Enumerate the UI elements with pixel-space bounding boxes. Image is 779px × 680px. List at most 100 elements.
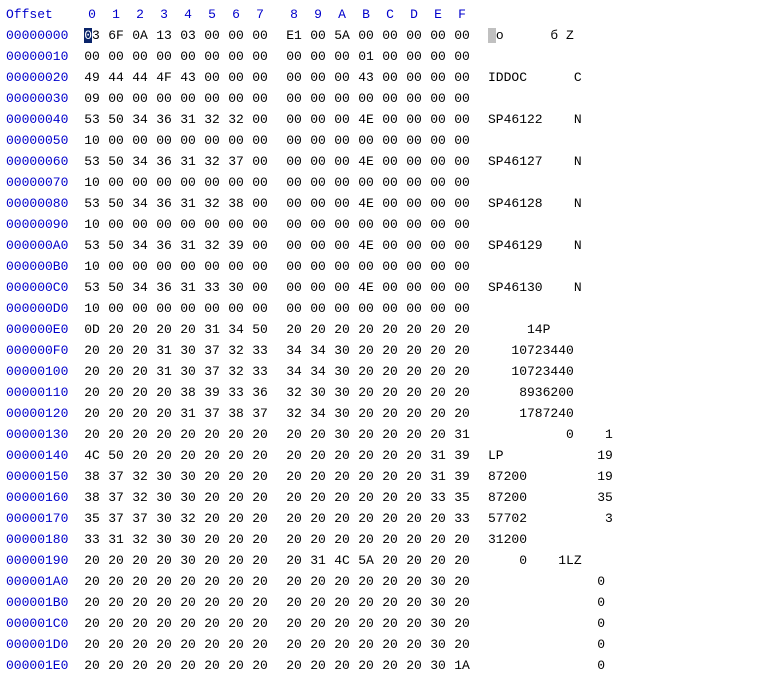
hex-byte[interactable]: 20 (450, 403, 474, 424)
hex-byte[interactable]: 00 (282, 130, 306, 151)
hex-byte[interactable]: 20 (330, 592, 354, 613)
hex-byte[interactable]: 0D (80, 319, 104, 340)
hex-byte[interactable]: 00 (282, 67, 306, 88)
hex-byte[interactable]: 20 (354, 340, 378, 361)
hex-byte[interactable]: 32 (224, 361, 248, 382)
hex-byte[interactable]: 34 (128, 151, 152, 172)
hex-byte[interactable]: 31 (426, 445, 450, 466)
hex-byte[interactable]: 00 (354, 25, 378, 46)
hex-byte[interactable]: 31 (306, 550, 330, 571)
hex-byte[interactable]: 00 (330, 256, 354, 277)
hex-byte[interactable]: 00 (128, 88, 152, 109)
hex-byte[interactable]: 20 (224, 634, 248, 655)
hex-byte[interactable]: 20 (330, 487, 354, 508)
hex-byte[interactable]: 20 (354, 634, 378, 655)
hex-byte[interactable]: 50 (104, 445, 128, 466)
hex-byte[interactable]: 20 (128, 403, 152, 424)
hex-byte[interactable]: 20 (354, 382, 378, 403)
hex-byte[interactable]: 00 (306, 46, 330, 67)
hex-byte[interactable]: 20 (378, 634, 402, 655)
offset-cell[interactable]: 000000F0 (4, 340, 80, 361)
hex-byte[interactable]: 53 (80, 193, 104, 214)
hex-byte[interactable]: 30 (426, 655, 450, 676)
hex-byte[interactable]: 00 (248, 193, 272, 214)
hex-byte[interactable]: 20 (402, 613, 426, 634)
ascii-cell[interactable] (488, 172, 613, 193)
hex-byte[interactable]: 20 (378, 466, 402, 487)
hex-byte[interactable]: 34 (224, 319, 248, 340)
hex-byte[interactable]: 20 (224, 592, 248, 613)
hex-byte[interactable]: 00 (128, 298, 152, 319)
hex-byte[interactable]: 20 (330, 529, 354, 550)
hex-byte[interactable]: 00 (426, 25, 450, 46)
hex-byte[interactable]: 20 (402, 487, 426, 508)
hex-byte[interactable]: 32 (128, 529, 152, 550)
hex-byte[interactable]: 30 (306, 382, 330, 403)
hex-byte[interactable]: 20 (306, 508, 330, 529)
hex-byte[interactable]: 20 (378, 361, 402, 382)
hex-byte[interactable]: 20 (402, 592, 426, 613)
hex-byte[interactable]: 00 (176, 46, 200, 67)
hex-byte[interactable]: 20 (152, 655, 176, 676)
hex-byte[interactable]: 30 (426, 613, 450, 634)
hex-byte[interactable]: 00 (176, 130, 200, 151)
hex-byte[interactable]: 00 (306, 109, 330, 130)
hex-byte[interactable]: 20 (200, 424, 224, 445)
hex-byte[interactable]: 00 (378, 130, 402, 151)
hex-byte[interactable]: 00 (248, 256, 272, 277)
hex-byte[interactable]: 20 (378, 508, 402, 529)
hex-byte[interactable]: 20 (330, 445, 354, 466)
hex-byte[interactable]: 20 (104, 340, 128, 361)
hex-byte[interactable]: 00 (306, 235, 330, 256)
hex-byte[interactable]: 30 (426, 634, 450, 655)
offset-cell[interactable]: 00000020 (4, 67, 80, 88)
ascii-cell[interactable] (488, 46, 613, 67)
ascii-cell[interactable] (488, 256, 613, 277)
hex-byte[interactable]: 31 (152, 361, 176, 382)
hex-byte[interactable]: 30 (330, 340, 354, 361)
hex-byte[interactable]: 00 (330, 109, 354, 130)
offset-cell[interactable]: 00000150 (4, 466, 80, 487)
hex-byte[interactable]: 44 (128, 67, 152, 88)
hex-byte[interactable]: 00 (450, 214, 474, 235)
hex-byte[interactable]: 10 (80, 130, 104, 151)
hex-byte[interactable]: 00 (426, 88, 450, 109)
offset-cell[interactable]: 00000010 (4, 46, 80, 67)
hex-byte[interactable]: 20 (224, 655, 248, 676)
hex-byte[interactable]: 00 (450, 46, 474, 67)
hex-byte[interactable]: 20 (248, 508, 272, 529)
hex-byte[interactable]: 37 (104, 466, 128, 487)
hex-byte[interactable]: 37 (128, 508, 152, 529)
hex-byte[interactable]: 50 (248, 319, 272, 340)
hex-byte[interactable]: 34 (128, 193, 152, 214)
ascii-cell[interactable] (488, 214, 613, 235)
hex-byte[interactable]: 38 (80, 466, 104, 487)
hex-byte[interactable]: 4E (354, 109, 378, 130)
hex-byte[interactable]: 31 (426, 466, 450, 487)
hex-byte[interactable]: 00 (330, 193, 354, 214)
hex-byte[interactable]: 00 (402, 256, 426, 277)
hex-byte[interactable]: 20 (330, 508, 354, 529)
hex-byte[interactable]: 20 (80, 382, 104, 403)
hex-byte[interactable]: 20 (402, 508, 426, 529)
hex-byte[interactable]: 20 (224, 613, 248, 634)
hex-byte[interactable]: 44 (104, 67, 128, 88)
hex-byte[interactable]: 20 (282, 424, 306, 445)
hex-byte[interactable]: 13 (152, 25, 176, 46)
hex-byte[interactable]: 00 (224, 172, 248, 193)
hex-byte[interactable]: 00 (176, 88, 200, 109)
hex-byte[interactable]: 34 (128, 109, 152, 130)
hex-byte[interactable]: 00 (176, 256, 200, 277)
hex-byte[interactable]: 00 (282, 151, 306, 172)
hex-byte[interactable]: 00 (402, 214, 426, 235)
ascii-cell[interactable]: SP46128 N (488, 193, 613, 214)
hex-byte[interactable]: 00 (426, 193, 450, 214)
hex-byte[interactable]: 00 (330, 151, 354, 172)
offset-cell[interactable]: 00000070 (4, 172, 80, 193)
hex-byte[interactable]: 00 (354, 130, 378, 151)
hex-byte[interactable]: 20 (282, 571, 306, 592)
offset-cell[interactable]: 00000190 (4, 550, 80, 571)
hex-byte[interactable]: 43 (176, 67, 200, 88)
offset-cell[interactable]: 000000A0 (4, 235, 80, 256)
hex-byte[interactable]: 00 (248, 130, 272, 151)
